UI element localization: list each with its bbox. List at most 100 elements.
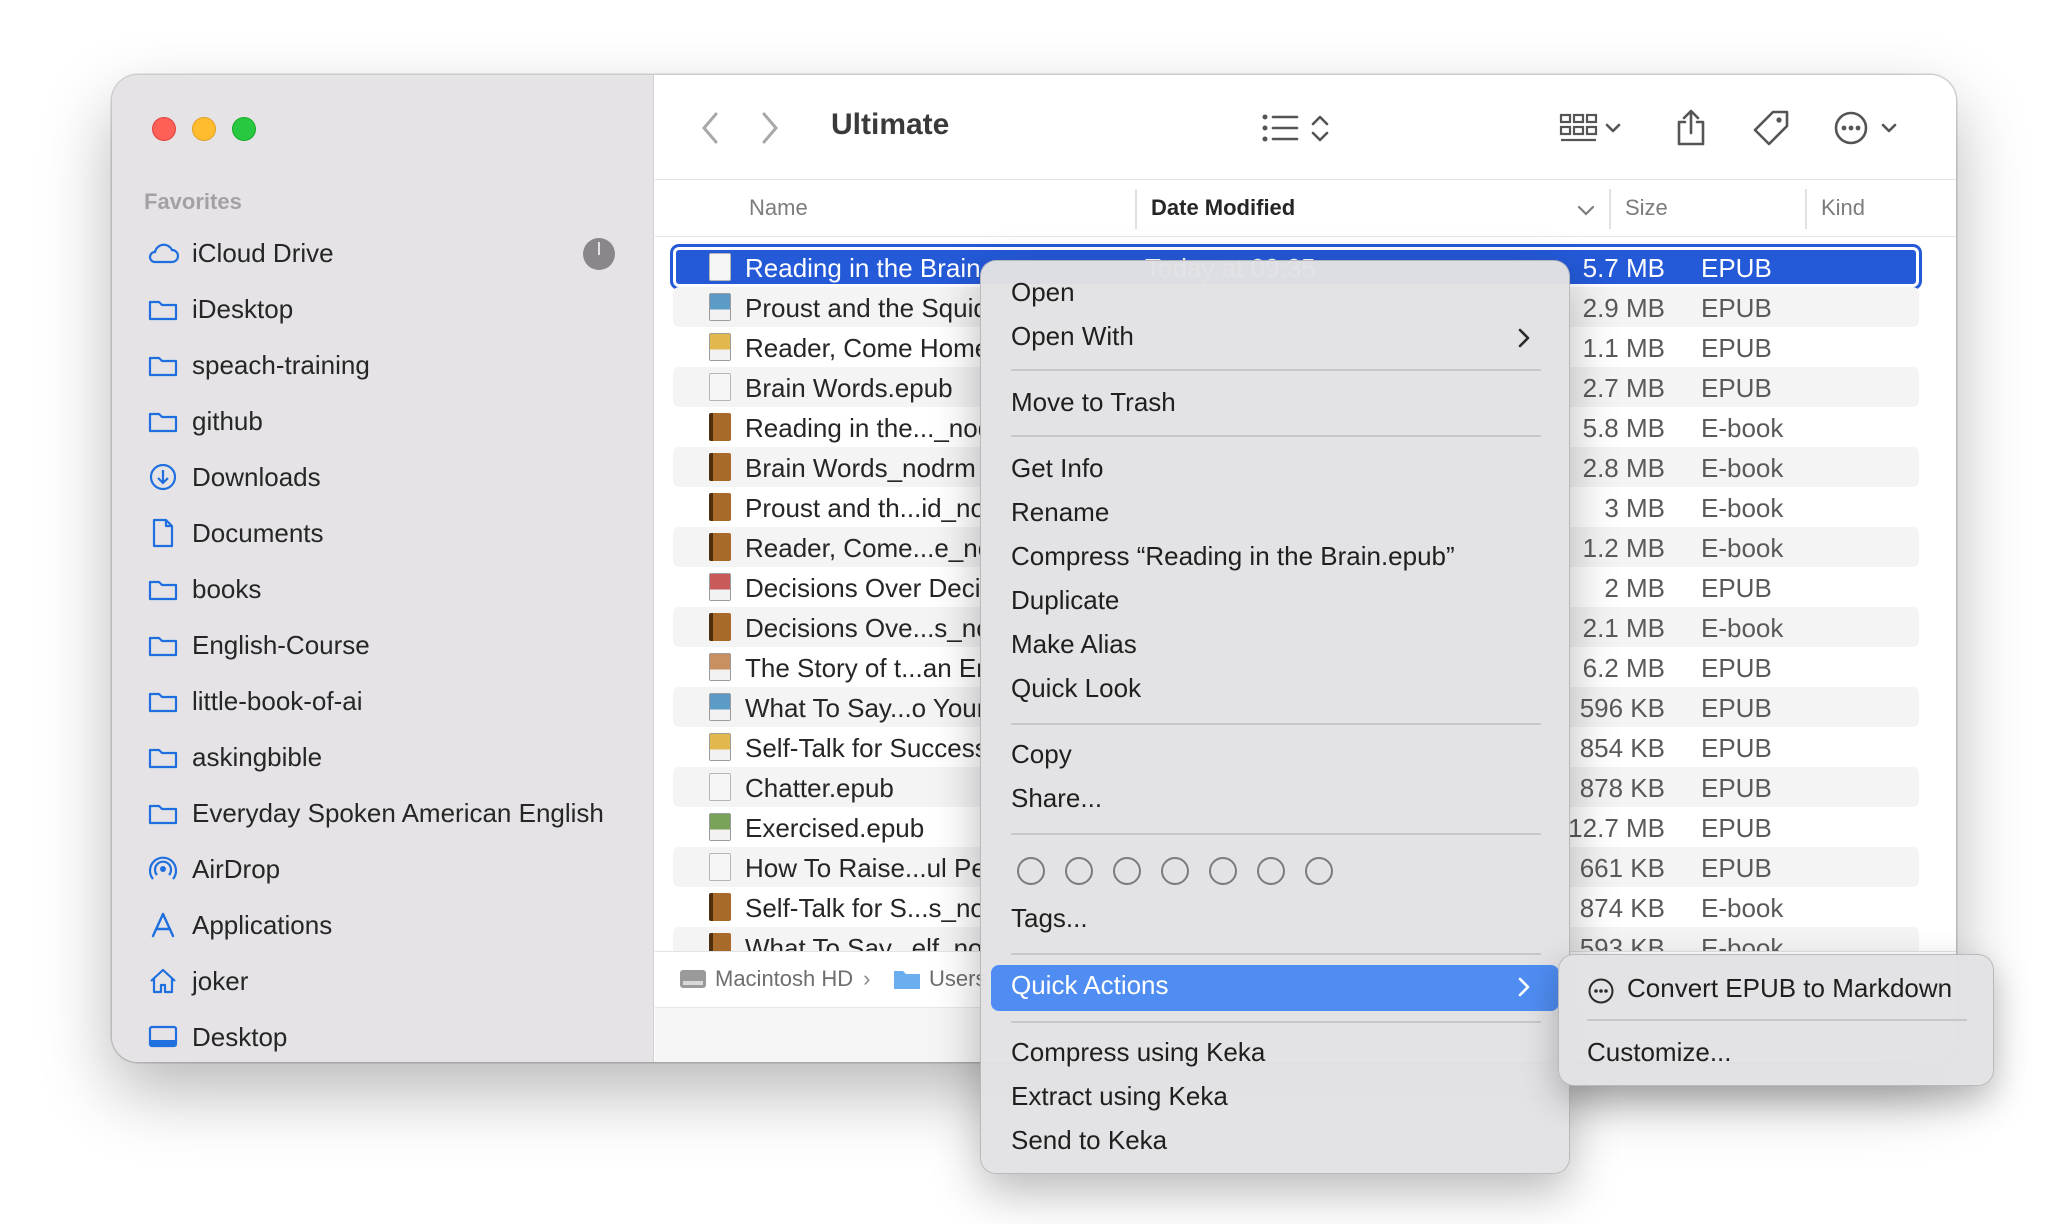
- menu-item-compress-keka[interactable]: Compress using Keka: [1011, 1037, 1265, 1068]
- sidebar-item-github[interactable]: github: [112, 393, 653, 449]
- tag-color-option[interactable]: [1065, 857, 1093, 885]
- sidebar-item-english-course[interactable]: English-Course: [112, 617, 653, 673]
- folder-icon: [146, 742, 180, 772]
- menu-item-duplicate[interactable]: Duplicate: [1011, 585, 1119, 616]
- file-size: 2.7 MB: [1582, 373, 1665, 403]
- file-kind: E-book: [1701, 893, 1784, 923]
- tag-color-option[interactable]: [1161, 857, 1189, 885]
- menu-item-share[interactable]: Share...: [1011, 783, 1102, 814]
- sidebar-item-desktop[interactable]: Desktop: [112, 1009, 653, 1062]
- sidebar-item-joker[interactable]: joker: [112, 953, 653, 1009]
- menu-item-make-alias[interactable]: Make Alias: [1011, 629, 1137, 660]
- epub-file-icon: [709, 773, 731, 801]
- tags-button[interactable]: [1749, 107, 1793, 149]
- sort-chevron-down-icon: [1577, 205, 1595, 216]
- close-window-button[interactable]: [152, 117, 176, 141]
- column-size[interactable]: Size: [1625, 195, 1668, 221]
- sidebar-item-label: books: [192, 573, 262, 604]
- sidebar-item-little-book-of-ai[interactable]: little-book-of-ai: [112, 673, 653, 729]
- file-size: 596 KB: [1579, 693, 1665, 723]
- sidebar-item-books[interactable]: books: [112, 561, 653, 617]
- sidebar-item-askingbible[interactable]: askingbible: [112, 729, 653, 785]
- column-divider[interactable]: [1609, 189, 1611, 229]
- menu-item-compress[interactable]: Compress “Reading in the Brain.epub”: [1011, 541, 1455, 572]
- file-name: Self-Talk for Success.epub: [745, 733, 981, 763]
- tag-color-option[interactable]: [1209, 857, 1237, 885]
- submenu-item-customize[interactable]: Customize...: [1587, 1037, 1732, 1068]
- sidebar-item-everyday-spoken-american-english[interactable]: Everyday Spoken American English: [112, 785, 653, 841]
- file-kind: EPUB: [1701, 733, 1772, 763]
- column-date-modified[interactable]: Date Modified: [1151, 195, 1295, 221]
- grid-icon: [1559, 113, 1621, 142]
- tag-icon: [1753, 110, 1789, 146]
- menu-item-send-keka[interactable]: Send to Keka: [1011, 1125, 1167, 1156]
- column-name[interactable]: Name: [749, 195, 808, 221]
- column-divider[interactable]: [1135, 189, 1137, 229]
- folder-icon: [146, 574, 180, 604]
- chevron-right-icon: [762, 112, 778, 144]
- minimize-window-button[interactable]: [192, 117, 216, 141]
- sidebar-item-label: github: [192, 405, 263, 436]
- epub-file-icon: [709, 293, 731, 321]
- menu-item-quick-look[interactable]: Quick Look: [1011, 673, 1141, 704]
- tag-color-option[interactable]: [1113, 857, 1141, 885]
- path-item-label: Macintosh HD: [715, 966, 854, 991]
- menu-separator: [1011, 953, 1541, 955]
- file-size: 5.8 MB: [1582, 413, 1665, 443]
- menu-item-open-with[interactable]: Open With: [1011, 321, 1134, 352]
- file-size: 12.7 MB: [1568, 813, 1665, 843]
- list-view-icon: [1262, 114, 1329, 142]
- back-button[interactable]: [695, 107, 725, 149]
- menu-item-move-to-trash[interactable]: Move to Trash: [1011, 387, 1176, 418]
- forward-button[interactable]: [755, 107, 785, 149]
- sidebar-item-airdrop[interactable]: AirDrop: [112, 841, 653, 897]
- menu-item-open[interactable]: Open: [1011, 277, 1075, 308]
- sidebar-item-documents[interactable]: Documents: [112, 505, 653, 561]
- file-kind: EPUB: [1701, 333, 1772, 363]
- path-separator: ›: [863, 966, 871, 991]
- sidebar-item-speach-training[interactable]: speach-training: [112, 337, 653, 393]
- path-item-users[interactable]: Users: [893, 966, 986, 992]
- menu-item-get-info[interactable]: Get Info: [1011, 453, 1104, 484]
- file-size: 874 KB: [1579, 893, 1665, 923]
- menu-item-extract-keka[interactable]: Extract using Keka: [1011, 1081, 1228, 1112]
- sidebar-item-downloads[interactable]: Downloads: [112, 449, 653, 505]
- menu-item-copy[interactable]: Copy: [1011, 739, 1072, 770]
- column-divider[interactable]: [1805, 189, 1807, 229]
- file-name: The Story of t...an English: [745, 653, 981, 683]
- path-item-volume[interactable]: Macintosh HD ›: [679, 966, 880, 992]
- document-icon: [146, 518, 180, 548]
- submenu-item-convert-epub[interactable]: Convert EPUB to Markdown: [1627, 973, 1952, 1004]
- cloud-icon: [146, 238, 180, 268]
- file-name: Reader, Come...e_nodrm: [745, 533, 981, 563]
- sidebar-item-applications[interactable]: Applications: [112, 897, 653, 953]
- file-name: Reading in the Brain.epub: [745, 253, 981, 283]
- file-kind: E-book: [1701, 533, 1784, 563]
- menu-separator: [1011, 1021, 1541, 1023]
- file-size: 2.9 MB: [1582, 293, 1665, 323]
- sidebar-item-label: iDesktop: [192, 293, 294, 324]
- menu-item-tags[interactable]: Tags...: [1011, 903, 1088, 934]
- view-options-button[interactable]: [1261, 107, 1335, 149]
- context-menu: Open Open With Move to Trash Get Info Re…: [980, 260, 1570, 1174]
- sidebar-item-label: little-book-of-ai: [192, 685, 363, 716]
- menu-separator: [1011, 723, 1541, 725]
- tag-color-option[interactable]: [1017, 857, 1045, 885]
- menu-item-rename[interactable]: Rename: [1011, 497, 1109, 528]
- sidebar-item-idesktop[interactable]: iDesktop: [112, 281, 653, 337]
- group-button[interactable]: [1559, 107, 1625, 149]
- more-actions-button[interactable]: [1833, 107, 1903, 149]
- file-name: Brain Words_nodrm: [745, 453, 976, 483]
- tag-color-option[interactable]: [1257, 857, 1285, 885]
- path-item-label: Users: [929, 966, 987, 991]
- file-size: 1.1 MB: [1582, 333, 1665, 363]
- sidebar-item-icloud-drive[interactable]: iCloud Drive: [112, 225, 653, 281]
- epub-file-icon: [709, 253, 731, 281]
- zoom-window-button[interactable]: [232, 117, 256, 141]
- tag-color-option[interactable]: [1305, 857, 1333, 885]
- share-button[interactable]: [1671, 107, 1711, 149]
- file-name: Exercised.epub: [745, 813, 925, 843]
- menu-separator: [1587, 1019, 1967, 1021]
- column-kind[interactable]: Kind: [1821, 195, 1865, 221]
- file-size: 1.2 MB: [1582, 533, 1665, 563]
